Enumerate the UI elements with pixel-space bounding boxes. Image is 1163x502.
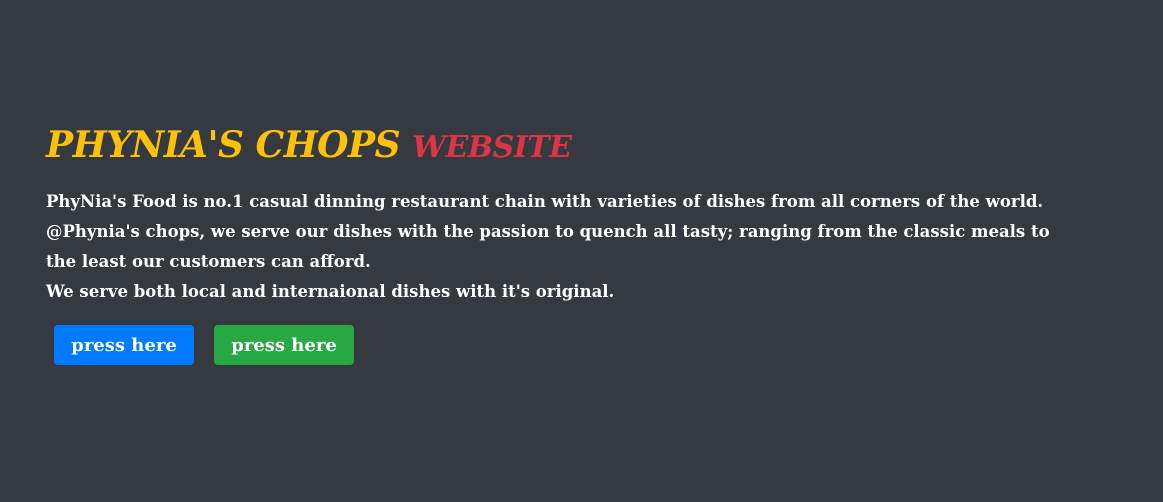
description: PhyNia's Food is no.1 casual dinning res… xyxy=(46,187,1050,307)
press-here-button-success[interactable]: press here xyxy=(214,325,354,365)
description-line: @Phynia's chops, we serve our dishes wit… xyxy=(46,222,1050,241)
title-main: PHYNIA'S CHOPS xyxy=(46,124,401,166)
press-here-button-primary[interactable]: press here xyxy=(54,325,194,365)
description-line: PhyNia's Food is no.1 casual dinning res… xyxy=(46,192,1044,211)
title-suffix: WEBSITE xyxy=(412,130,572,165)
description-line: We serve both local and internaional dis… xyxy=(46,282,615,301)
page-title: PHYNIA'S CHOPS WEBSITE xyxy=(46,122,1050,171)
description-line: the least our customers can afford. xyxy=(46,252,371,271)
button-group: press here press here xyxy=(54,325,1050,365)
hero-section: PHYNIA'S CHOPS WEBSITE PhyNia's Food is … xyxy=(46,122,1050,365)
